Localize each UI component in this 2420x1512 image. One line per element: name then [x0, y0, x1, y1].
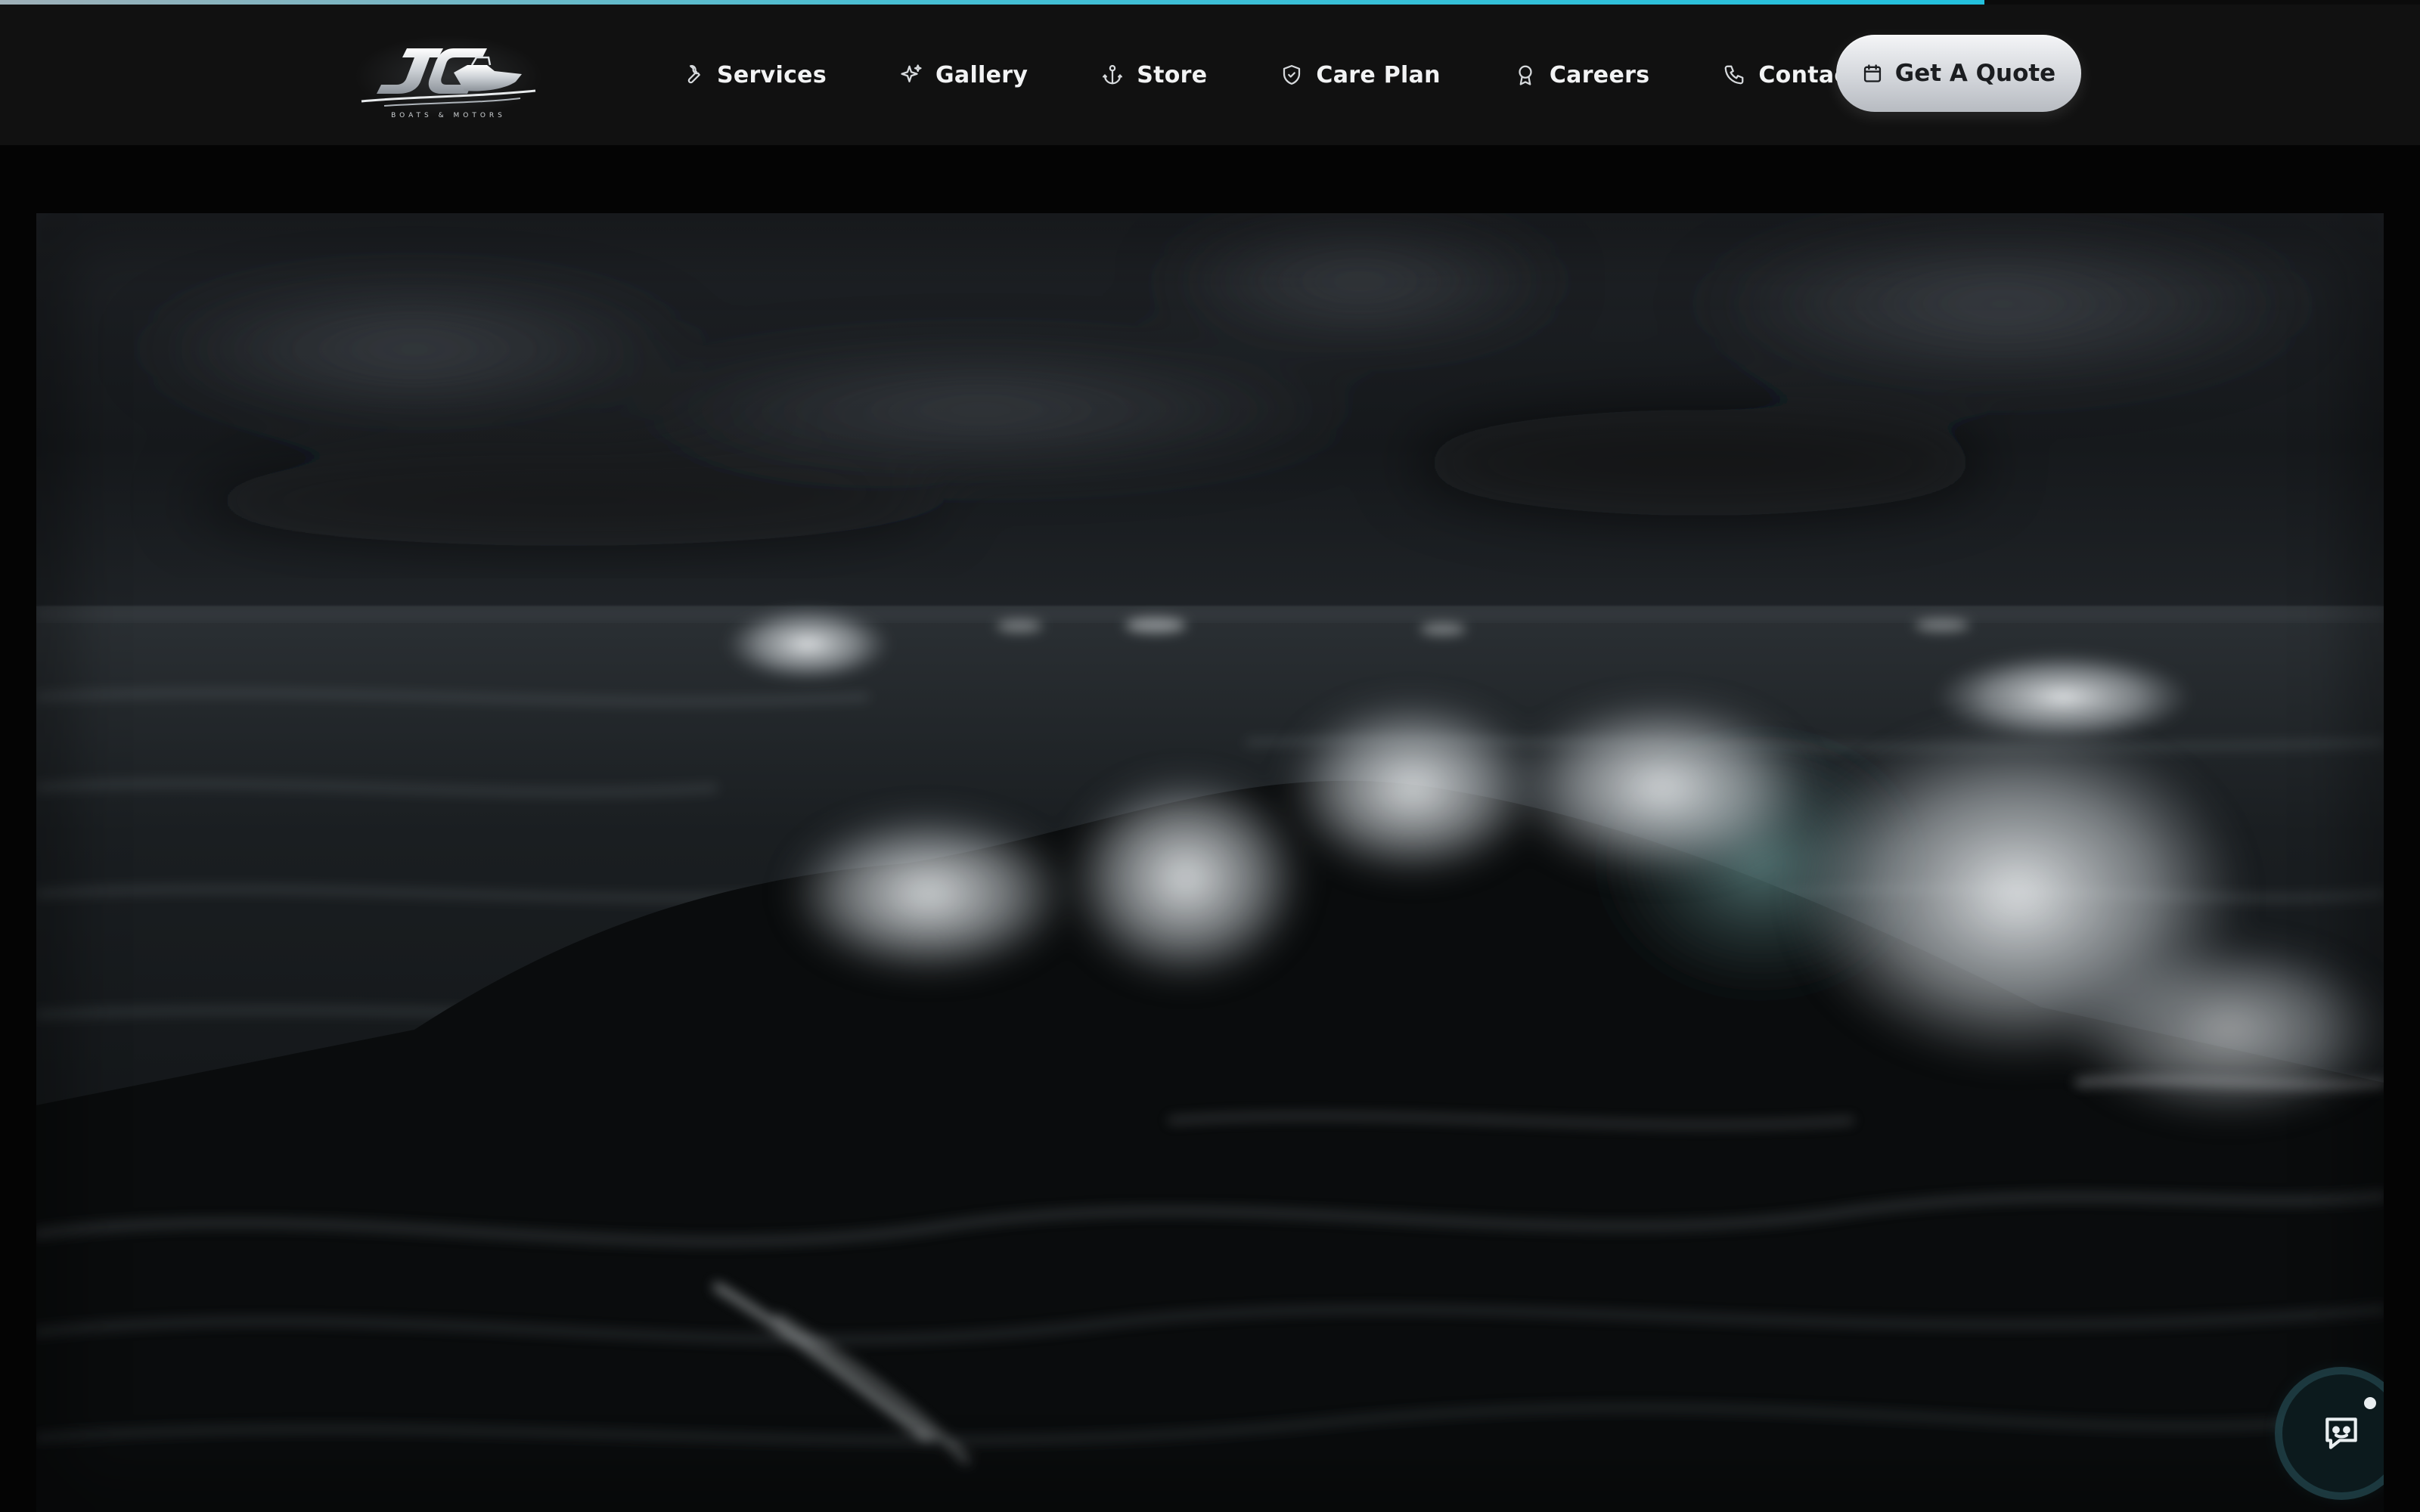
award-icon [1513, 63, 1537, 87]
nav-services-label: Services [717, 61, 827, 88]
sparkle-icon [899, 63, 923, 87]
nav-store-label: Store [1137, 61, 1208, 88]
nav-care-plan[interactable]: Care Plan [1280, 61, 1441, 88]
chat-status-dot [2361, 1394, 2379, 1412]
stormy-ocean-waves [36, 213, 2384, 1512]
logo-tagline: BOATS & MOTORS [391, 112, 506, 119]
hero-image [36, 213, 2384, 1512]
nav-gallery-label: Gallery [935, 61, 1028, 88]
wrench-icon [681, 63, 705, 87]
anchor-icon [1100, 63, 1125, 87]
nav-store[interactable]: Store [1100, 62, 1207, 88]
jc-logo[interactable]: BOATS & MOTORS [339, 27, 558, 125]
nav-careers-label: Careers [1549, 61, 1650, 88]
calendar-icon [1862, 63, 1883, 84]
page: BOATS & MOTORS Services Gallery Store Ca… [0, 0, 2420, 1512]
nav-careers[interactable]: Careers [1513, 62, 1650, 88]
shield-icon [1280, 63, 1304, 87]
nav-gallery[interactable]: Gallery [899, 62, 1028, 88]
site-header: BOATS & MOTORS Services Gallery Store Ca… [0, 5, 2420, 145]
phone-icon [1722, 63, 1746, 87]
chat-bot-icon [2320, 1412, 2363, 1455]
main-nav: Services Gallery Store Care Plan Careers… [681, 5, 1931, 145]
nav-services[interactable]: Services [681, 62, 827, 88]
get-a-quote-label: Get A Quote [1894, 60, 2056, 87]
jc-logo-mark [361, 48, 536, 107]
get-a-quote-button[interactable]: Get A Quote [1836, 35, 2081, 112]
nav-care-plan-label: Care Plan [1316, 61, 1441, 88]
